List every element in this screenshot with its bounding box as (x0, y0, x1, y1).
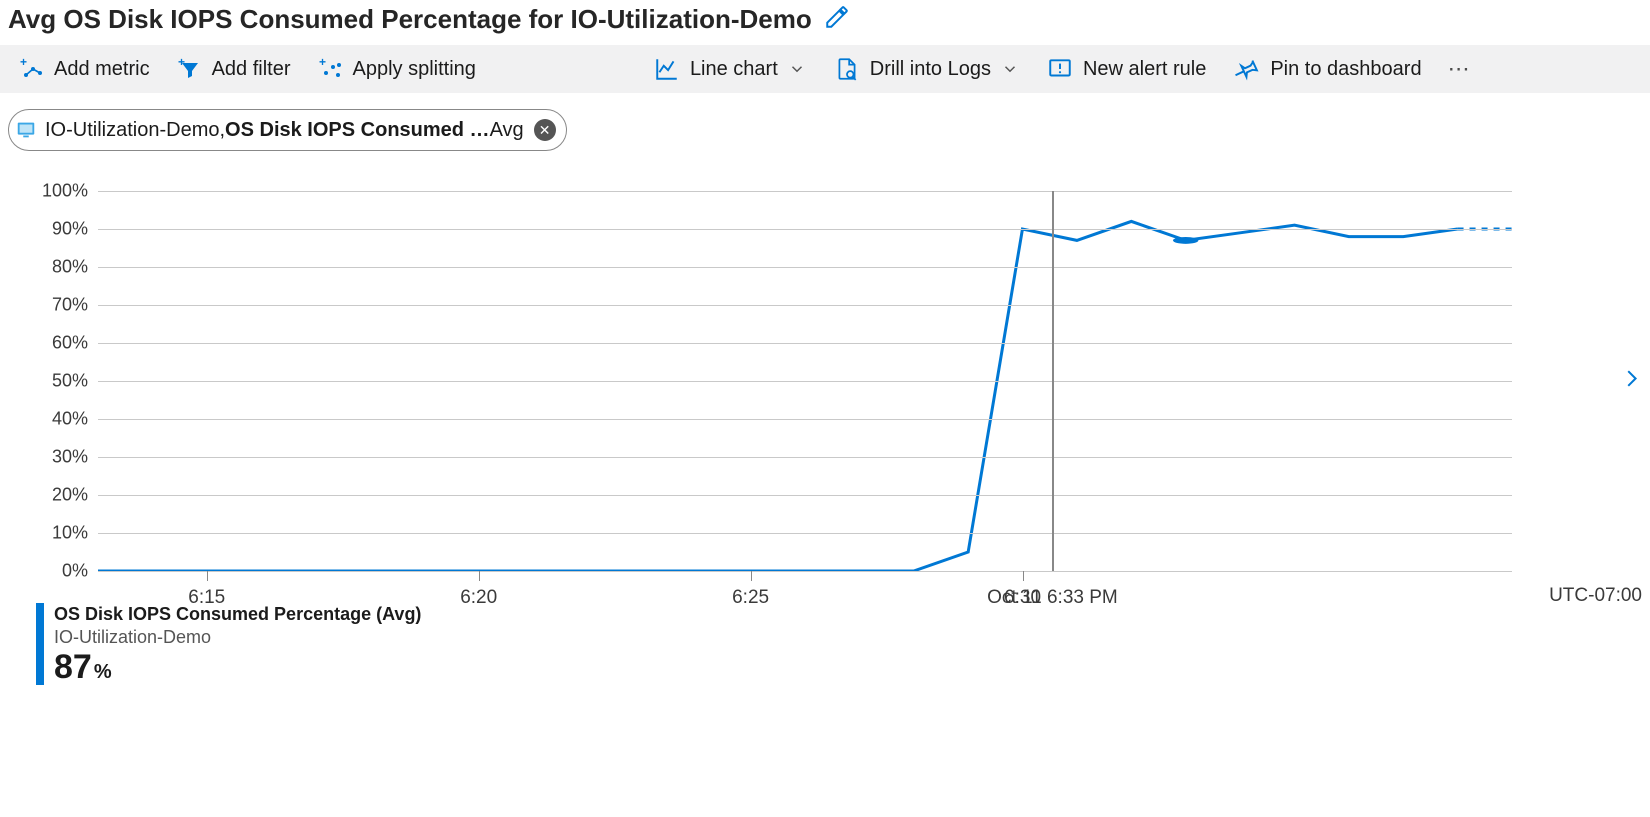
y-axis-label: 0% (62, 561, 88, 582)
x-axis-label: 6:25 (732, 587, 769, 609)
more-actions-button[interactable]: ⋯ (1436, 56, 1482, 82)
legend-resource-name: IO-Utilization-Demo (54, 626, 421, 649)
y-axis-label: 30% (52, 447, 88, 468)
new-alert-rule-button[interactable]: New alert rule (1033, 45, 1220, 93)
chart-legend[interactable]: OS Disk IOPS Consumed Percentage (Avg) I… (36, 603, 1642, 685)
x-tick (479, 571, 480, 581)
gridline (98, 571, 1512, 572)
y-axis-label: 100% (42, 181, 88, 202)
x-axis-label: 6:20 (460, 587, 497, 609)
x-tick (207, 571, 208, 581)
svg-text:+: + (319, 57, 326, 69)
edit-title-icon[interactable] (824, 4, 850, 35)
pill-metric: OS Disk IOPS Consumed … (225, 119, 490, 142)
timezone-label: UTC-07:00 (1549, 585, 1642, 607)
gridline (98, 305, 1512, 306)
x-tick (1023, 571, 1024, 581)
drill-into-logs-button[interactable]: Drill into Logs (820, 45, 1033, 93)
pill-resource: IO-Utilization-Demo (45, 119, 219, 142)
drill-logs-label: Drill into Logs (870, 58, 991, 81)
y-axis-label: 40% (52, 409, 88, 430)
add-metric-button[interactable]: + Add metric (6, 45, 164, 93)
gridline (98, 229, 1512, 230)
y-axis-label: 10% (52, 523, 88, 544)
x-axis-label: 6:15 (188, 587, 225, 609)
y-axis-label: 70% (52, 295, 88, 316)
legend-unit: % (94, 661, 112, 683)
apply-splitting-icon: + (319, 57, 343, 81)
legend-metric-name: OS Disk IOPS Consumed Percentage (Avg) (54, 603, 421, 626)
pin-icon (1234, 56, 1260, 82)
cursor-line (1052, 191, 1054, 571)
add-metric-icon: + (20, 57, 44, 81)
drill-logs-icon (834, 56, 860, 82)
y-axis-label: 20% (52, 485, 88, 506)
gridline (98, 457, 1512, 458)
legend-color-swatch (36, 603, 44, 685)
chart-type-label: Line chart (690, 58, 778, 81)
gridline (98, 343, 1512, 344)
y-axis-label: 50% (52, 371, 88, 392)
line-chart-icon (654, 56, 680, 82)
gridline (98, 419, 1512, 420)
gridline (98, 191, 1512, 192)
y-axis-label: 80% (52, 257, 88, 278)
vm-icon (15, 119, 37, 141)
legend-value: 87 (54, 648, 92, 686)
x-tick (751, 571, 752, 581)
new-alert-label: New alert rule (1083, 58, 1206, 81)
gridline (98, 533, 1512, 534)
apply-splitting-button[interactable]: + Apply splitting (305, 45, 490, 93)
chart-toolbar: + Add metric + Add filter + Apply splitt… (0, 45, 1650, 93)
remove-metric-button[interactable]: ✕ (534, 119, 556, 141)
chart-area[interactable]: 100%90%80%70%60%50%40%30%20%10%0% 6:156:… (8, 191, 1642, 571)
pin-label: Pin to dashboard (1270, 58, 1421, 81)
y-axis-label: 60% (52, 333, 88, 354)
gridline (98, 381, 1512, 382)
page-title: Avg OS Disk IOPS Consumed Percentage for… (8, 4, 812, 35)
cursor-label: Oct 11 6:33 PM (987, 587, 1118, 609)
svg-text:+: + (20, 57, 27, 69)
alert-icon (1047, 56, 1073, 82)
add-filter-button[interactable]: + Add filter (164, 45, 305, 93)
metric-pill[interactable]: IO-Utilization-Demo, OS Disk IOPS Consum… (8, 109, 567, 151)
apply-splitting-label: Apply splitting (353, 58, 476, 81)
pin-to-dashboard-button[interactable]: Pin to dashboard (1220, 45, 1435, 93)
chart-type-button[interactable]: Line chart (640, 45, 820, 93)
pill-agg: Avg (490, 119, 524, 142)
chevron-down-icon (1001, 60, 1019, 78)
add-metric-label: Add metric (54, 58, 150, 81)
gridline (98, 267, 1512, 268)
add-filter-icon: + (178, 57, 202, 81)
chevron-down-icon (788, 60, 806, 78)
expand-right-button[interactable] (1620, 362, 1642, 401)
gridline (98, 495, 1512, 496)
add-filter-label: Add filter (212, 58, 291, 81)
y-axis-label: 90% (52, 219, 88, 240)
